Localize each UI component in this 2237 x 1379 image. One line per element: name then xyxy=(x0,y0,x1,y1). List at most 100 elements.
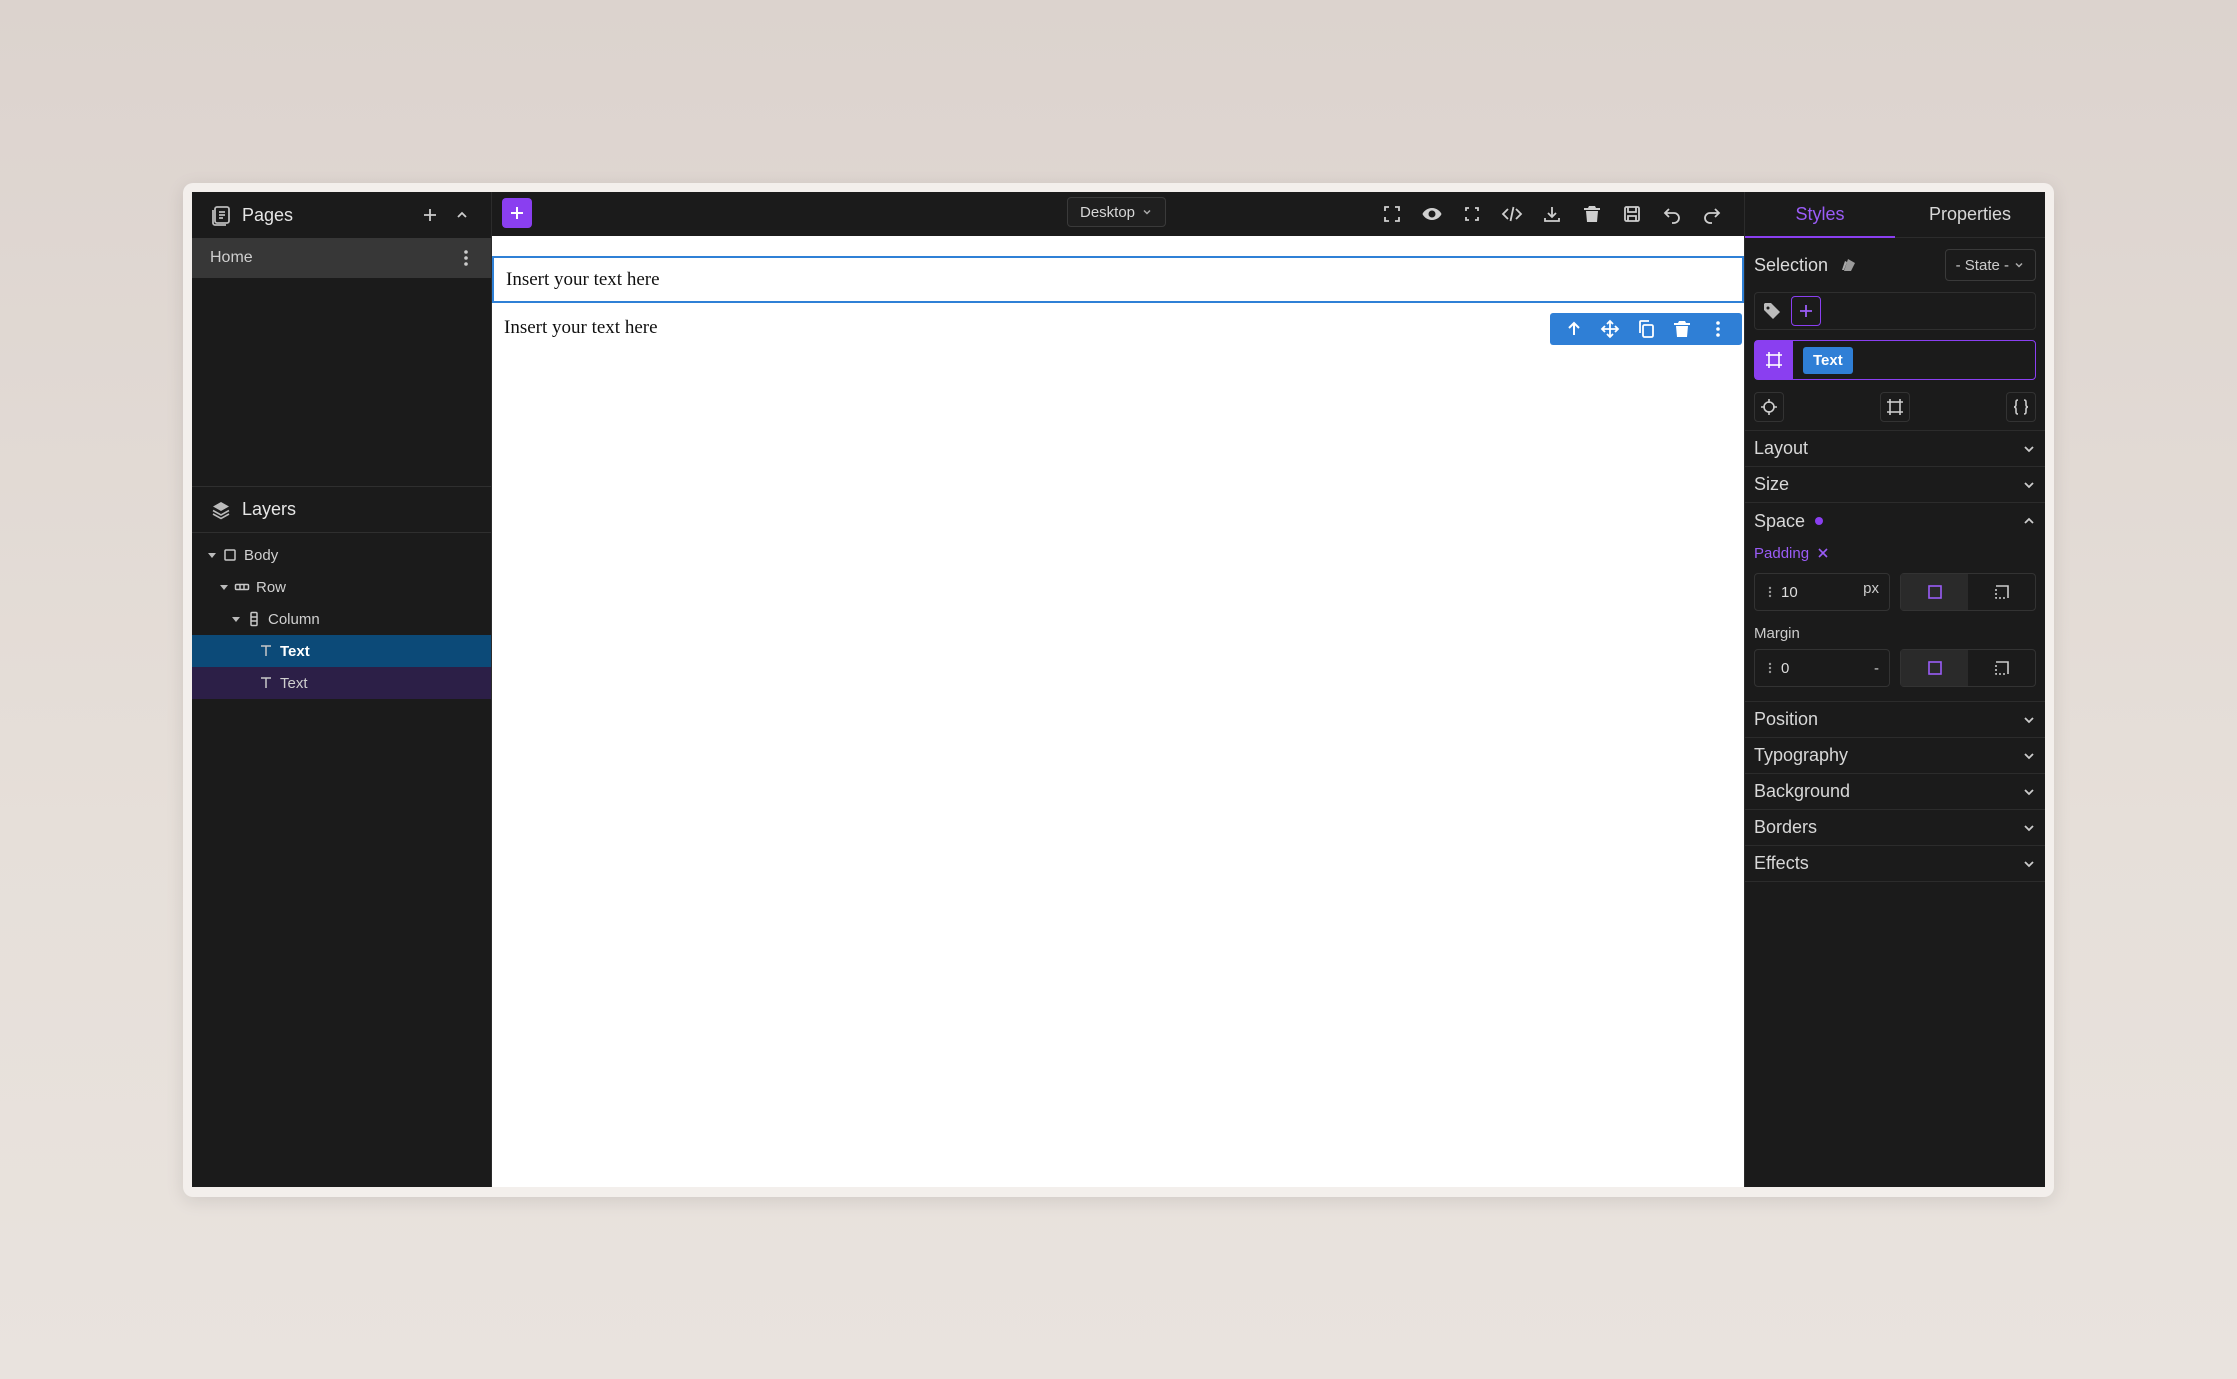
individual-sides-icon[interactable] xyxy=(1968,574,2035,610)
copy-icon[interactable] xyxy=(1633,316,1659,342)
caret-down-icon[interactable] xyxy=(230,613,242,625)
caret-down-icon[interactable] xyxy=(206,549,218,561)
editor-app: Pages Home Layers Body Row Column Text T… xyxy=(192,192,2045,1187)
canvas-area: Desktop Insert your text here Insert you… xyxy=(492,192,1744,1187)
device-select[interactable]: Desktop xyxy=(1067,197,1167,227)
tab-styles[interactable]: Styles xyxy=(1745,192,1895,238)
save-icon[interactable] xyxy=(1620,202,1644,226)
clear-padding-icon[interactable] xyxy=(1817,547,1829,559)
selection-row: Selection - State - xyxy=(1745,242,2045,288)
all-sides-icon[interactable] xyxy=(1901,650,1968,686)
section-typography[interactable]: Typography xyxy=(1745,738,2045,774)
section-background[interactable]: Background xyxy=(1745,774,2045,810)
section-position[interactable]: Position xyxy=(1745,702,2045,738)
layer-text-selected[interactable]: Text xyxy=(192,635,491,667)
selector-icon[interactable] xyxy=(1755,341,1793,379)
padding-input[interactable]: 10 px xyxy=(1754,573,1890,611)
add-class-button[interactable] xyxy=(1791,296,1821,326)
selection-label: Selection xyxy=(1754,254,1829,275)
style-sections: Layout Size Space Padding 10 px Margin 0… xyxy=(1745,430,2045,882)
tag-icon xyxy=(1761,300,1783,322)
chevron-down-icon xyxy=(2022,478,2036,492)
section-label: Layout xyxy=(1754,438,1809,458)
margin-row: 0 - xyxy=(1745,647,2045,689)
text-icon xyxy=(258,675,274,691)
chevron-down-icon xyxy=(2022,821,2036,835)
page-more-icon[interactable] xyxy=(459,248,473,268)
section-space[interactable]: Space xyxy=(1745,503,2045,539)
layer-body[interactable]: Body xyxy=(192,539,491,571)
layers-title: Layers xyxy=(242,499,297,519)
section-effects[interactable]: Effects xyxy=(1745,846,2045,882)
toolbar-actions xyxy=(1364,202,1724,226)
chevron-down-icon xyxy=(2013,259,2025,271)
class-chip-text[interactable]: Text xyxy=(1803,346,1853,374)
left-panel: Pages Home Layers Body Row Column Text T… xyxy=(192,192,492,1187)
chevron-up-icon xyxy=(2022,514,2036,528)
text-block-content: Insert your text here xyxy=(506,268,660,290)
tab-properties[interactable]: Properties xyxy=(1895,192,2045,237)
pages-title: Pages xyxy=(242,204,294,225)
margin-label-row: Margin xyxy=(1745,621,2045,645)
layers-header: Layers xyxy=(192,487,491,533)
row-icon xyxy=(234,579,250,595)
layer-row[interactable]: Row xyxy=(192,571,491,603)
redo-icon[interactable] xyxy=(1700,202,1724,226)
margin-unit[interactable]: - xyxy=(1874,660,1879,677)
more-icon[interactable] xyxy=(1705,316,1731,342)
code-icon[interactable] xyxy=(1500,202,1524,226)
chevron-down-icon xyxy=(2022,713,2036,727)
page-canvas[interactable]: Insert your text here Insert your text h… xyxy=(492,236,1744,1187)
padding-mode-toggle xyxy=(1900,573,2036,611)
drag-handle-icon[interactable] xyxy=(1765,585,1775,599)
margin-mode-toggle xyxy=(1900,649,2036,687)
drag-handle-icon[interactable] xyxy=(1765,661,1775,675)
section-layout[interactable]: Layout xyxy=(1745,431,2045,467)
padding-value: 10 xyxy=(1781,583,1798,601)
layers-icon xyxy=(210,499,232,521)
layer-text-hovered[interactable]: Text xyxy=(192,667,491,699)
trash-icon[interactable] xyxy=(1669,316,1695,342)
preview-eye-icon[interactable] xyxy=(1420,202,1444,226)
braces-icon[interactable] xyxy=(2006,392,2036,422)
page-item-home[interactable]: Home xyxy=(192,238,491,278)
all-sides-icon[interactable] xyxy=(1901,574,1968,610)
section-size[interactable]: Size xyxy=(1745,467,2045,503)
trash-icon[interactable] xyxy=(1580,202,1604,226)
chevron-down-icon xyxy=(2022,442,2036,456)
state-label: - State - xyxy=(1955,256,2009,274)
undo-icon[interactable] xyxy=(1660,202,1684,226)
classes-row xyxy=(1754,292,2036,330)
text-block-selected[interactable]: Insert your text here xyxy=(492,256,1744,303)
canvas-body[interactable]: Insert your text here Insert your text h… xyxy=(492,236,1744,1187)
move-icon[interactable] xyxy=(1597,316,1623,342)
margin-input[interactable]: 0 - xyxy=(1754,649,1890,687)
chevron-down-icon xyxy=(2022,749,2036,763)
download-icon[interactable] xyxy=(1540,202,1564,226)
caret-down-icon[interactable] xyxy=(218,581,230,593)
sync-icon[interactable] xyxy=(1838,254,1860,276)
padding-unit[interactable]: px xyxy=(1863,580,1879,597)
add-block-button[interactable] xyxy=(502,198,532,228)
section-borders[interactable]: Borders xyxy=(1745,810,2045,846)
tab-label: Properties xyxy=(1928,204,2012,224)
layer-label: Text xyxy=(280,674,308,692)
individual-sides-icon[interactable] xyxy=(1968,650,2035,686)
collapse-pages-icon[interactable] xyxy=(451,204,473,226)
section-label: Space xyxy=(1754,510,1806,531)
chevron-down-icon xyxy=(2022,857,2036,871)
layer-column[interactable]: Column xyxy=(192,603,491,635)
outline-icon[interactable] xyxy=(1460,202,1484,226)
state-select[interactable]: - State - xyxy=(1944,249,2036,281)
fullscreen-icon[interactable] xyxy=(1380,202,1404,226)
padding-row: 10 px xyxy=(1745,571,2045,613)
column-icon xyxy=(246,611,262,627)
text-block-content: Insert your text here xyxy=(504,316,658,338)
space-content: Padding 10 px Margin 0 - xyxy=(1745,539,2045,702)
crosshair-icon[interactable] xyxy=(1754,392,1784,422)
arrow-up-icon[interactable] xyxy=(1561,316,1587,342)
chevron-down-icon xyxy=(1141,206,1153,218)
add-page-icon[interactable] xyxy=(419,204,441,226)
text-icon xyxy=(258,643,274,659)
selector-frame-icon[interactable] xyxy=(1880,392,1910,422)
